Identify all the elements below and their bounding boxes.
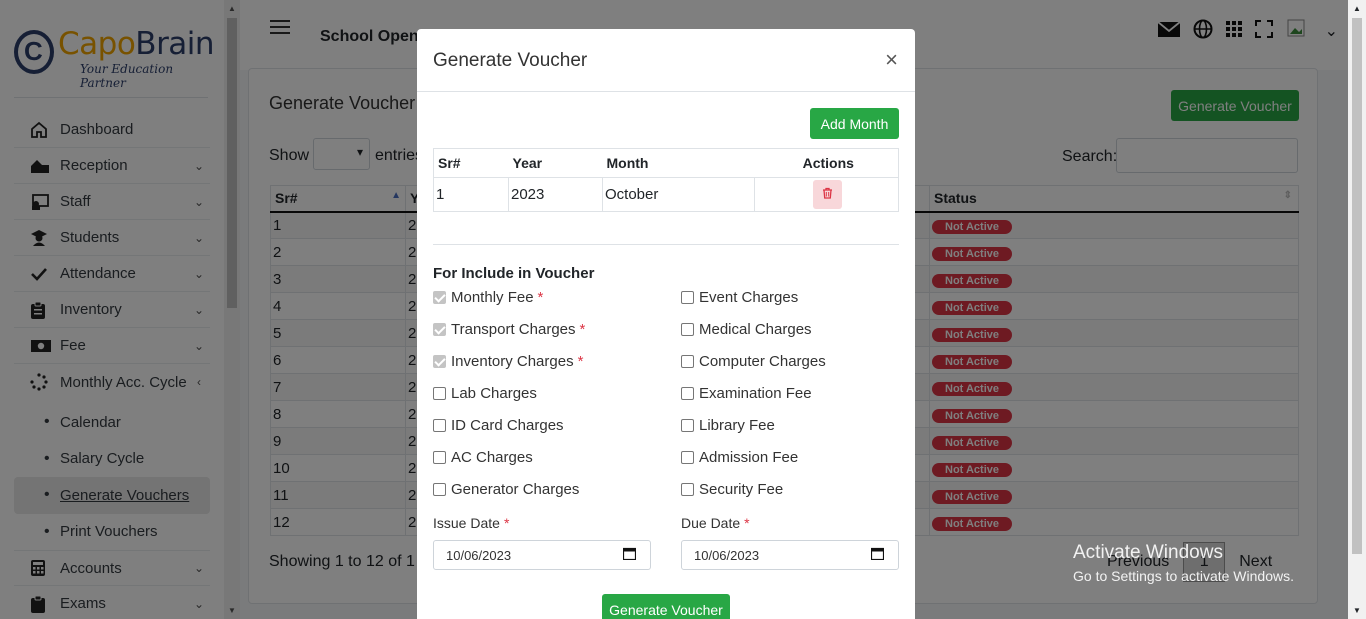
- checkbox-label: Examination Fee: [699, 385, 812, 402]
- required-mark: *: [577, 353, 584, 370]
- checkbox-box[interactable]: [681, 451, 694, 464]
- delete-month-button[interactable]: [813, 180, 842, 209]
- include-section-title: For Include in Voucher: [433, 265, 595, 282]
- due-date-label: Due Date *: [681, 515, 750, 531]
- checkbox-box[interactable]: [433, 483, 446, 496]
- checkbox-label: Library Fee: [699, 417, 775, 434]
- column-header-year: Year: [508, 148, 603, 178]
- checkbox-box[interactable]: [433, 291, 446, 304]
- checkbox-box[interactable]: [681, 355, 694, 368]
- checkbox-label: Lab Charges: [451, 385, 537, 402]
- checkbox-medical-charges[interactable]: Medical Charges: [681, 321, 812, 338]
- checkbox-label: Monthly Fee: [451, 289, 534, 306]
- modal-header: Generate Voucher ×: [417, 29, 915, 92]
- table-row: 1 2023 October: [433, 177, 899, 212]
- checkbox-library-fee[interactable]: Library Fee: [681, 417, 775, 434]
- checkbox-inventory-charges[interactable]: Inventory Charges *: [433, 353, 583, 370]
- due-date-input[interactable]: 10/06/2023: [681, 540, 899, 570]
- add-month-button[interactable]: Add Month: [810, 108, 899, 139]
- trash-icon: [822, 186, 833, 203]
- windows-watermark-subtitle: Go to Settings to activate Windows.: [1073, 568, 1294, 584]
- calendar-icon[interactable]: [622, 547, 637, 563]
- checkbox-label: Generator Charges: [451, 481, 580, 498]
- checkbox-generator-charges[interactable]: Generator Charges: [433, 481, 579, 498]
- checkbox-label: Medical Charges: [699, 321, 812, 338]
- row-sr: 1: [433, 177, 509, 212]
- row-month: October: [602, 177, 755, 212]
- checkbox-box[interactable]: [433, 355, 446, 368]
- months-table: Sr# Year Month Actions 1 2023 October: [433, 148, 899, 212]
- checkbox-id-card-charges[interactable]: ID Card Charges: [433, 417, 564, 434]
- checkbox-box[interactable]: [433, 387, 446, 400]
- modal-title: Generate Voucher: [433, 50, 588, 71]
- checkbox-box[interactable]: [681, 323, 694, 336]
- checkbox-lab-charges[interactable]: Lab Charges: [433, 385, 537, 402]
- required-mark: *: [537, 289, 544, 306]
- scroll-up-icon[interactable]: ▲: [1353, 4, 1361, 13]
- checkbox-security-fee[interactable]: Security Fee: [681, 481, 783, 498]
- checkbox-label: ID Card Charges: [451, 417, 564, 434]
- checkbox-label: AC Charges: [451, 449, 533, 466]
- checkbox-label: Computer Charges: [699, 353, 826, 370]
- checkbox-box[interactable]: [681, 483, 694, 496]
- checkbox-ac-charges[interactable]: AC Charges: [433, 449, 533, 466]
- modal-divider: [433, 244, 899, 245]
- checkbox-label: Event Charges: [699, 289, 799, 306]
- column-header-month: Month: [602, 148, 755, 178]
- checkbox-box[interactable]: [681, 419, 694, 432]
- row-year: 2023: [508, 177, 603, 212]
- page-scrollbar[interactable]: ▲ ▼: [1348, 0, 1366, 619]
- scrollbar-thumb[interactable]: [1352, 18, 1362, 554]
- windows-watermark-title: Activate Windows: [1073, 542, 1223, 563]
- issue-date-input[interactable]: 10/06/2023: [433, 540, 651, 570]
- checkbox-transport-charges[interactable]: Transport Charges *: [433, 321, 585, 338]
- issue-date-label: Issue Date *: [433, 515, 510, 531]
- generate-voucher-modal: Generate Voucher × Add Month Sr# Year Mo…: [417, 29, 915, 619]
- checkbox-event-charges[interactable]: Event Charges: [681, 289, 798, 306]
- checkbox-label: Transport Charges: [451, 321, 576, 338]
- required-mark: *: [579, 321, 586, 338]
- checkbox-monthly-fee[interactable]: Monthly Fee *: [433, 289, 543, 306]
- checkbox-box[interactable]: [433, 323, 446, 336]
- calendar-icon[interactable]: [870, 547, 885, 563]
- scroll-down-icon[interactable]: ▼: [1353, 606, 1361, 615]
- checkbox-label: Inventory Charges: [451, 353, 574, 370]
- checkbox-label: Security Fee: [699, 481, 784, 498]
- checkbox-box[interactable]: [433, 419, 446, 432]
- checkbox-box[interactable]: [433, 451, 446, 464]
- checkbox-label: Admission Fee: [699, 449, 799, 466]
- generate-voucher-submit-button[interactable]: Generate Voucher: [602, 594, 730, 619]
- checkbox-computer-charges[interactable]: Computer Charges: [681, 353, 826, 370]
- checkbox-examination-fee[interactable]: Examination Fee: [681, 385, 812, 402]
- column-header-actions: Actions: [754, 148, 899, 178]
- checkbox-admission-fee[interactable]: Admission Fee: [681, 449, 798, 466]
- checkbox-box[interactable]: [681, 291, 694, 304]
- checkbox-box[interactable]: [681, 387, 694, 400]
- due-date-value: 10/06/2023: [694, 547, 760, 563]
- close-icon[interactable]: ×: [885, 47, 898, 73]
- column-header-sr: Sr#: [433, 148, 509, 178]
- issue-date-value: 10/06/2023: [446, 547, 512, 563]
